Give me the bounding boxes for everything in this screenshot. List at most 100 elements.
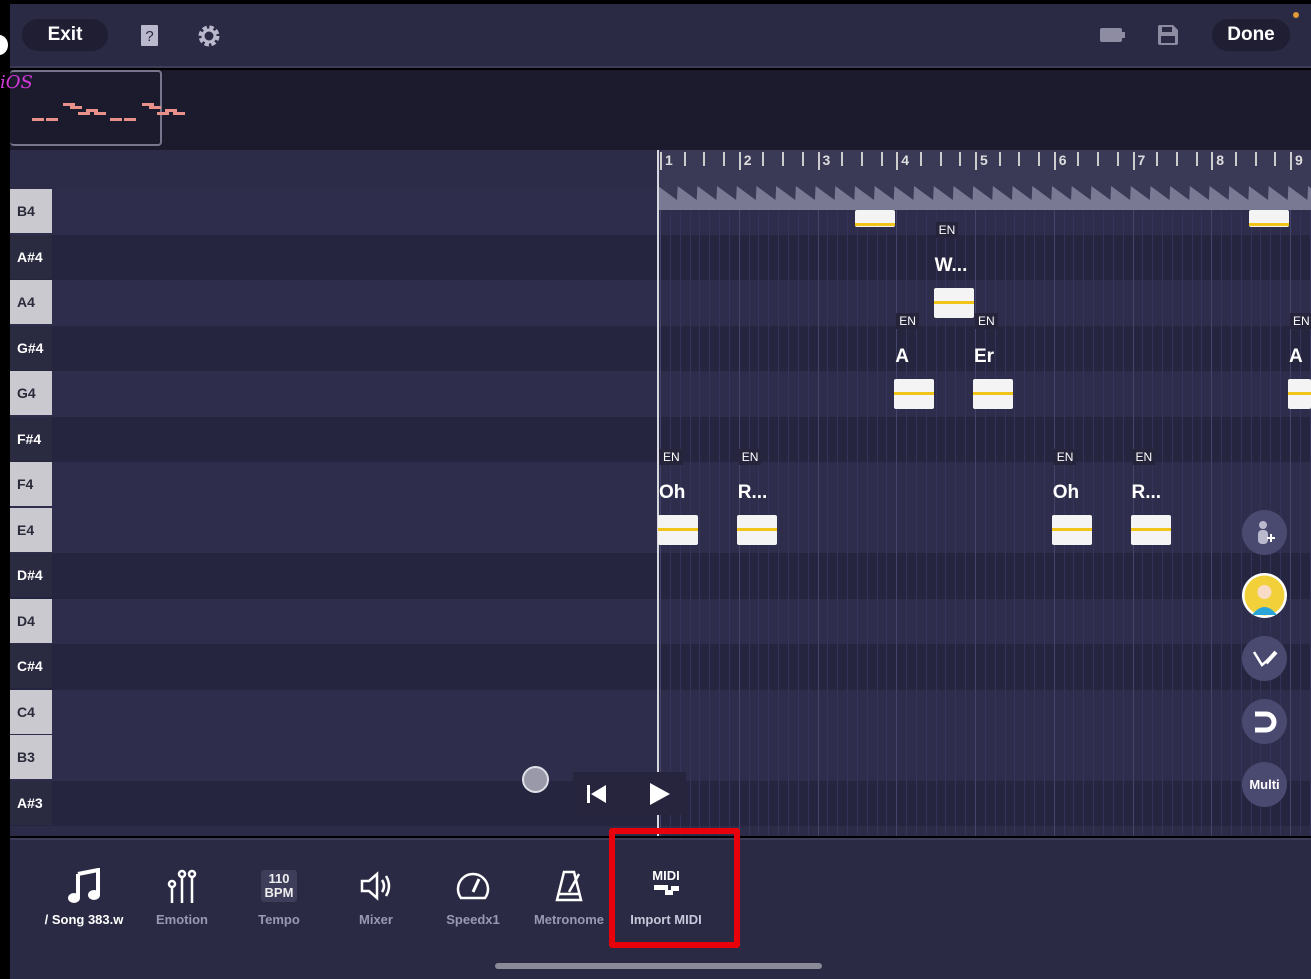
grid-line	[1043, 210, 1045, 836]
piano-key[interactable]: A#4	[10, 234, 52, 279]
help-book-icon[interactable]: ?	[140, 24, 160, 48]
lyric-label[interactable]: R...	[1132, 482, 1162, 504]
snap-button[interactable]	[1242, 699, 1287, 744]
piano-key[interactable]: D4	[10, 598, 52, 643]
metronome-label: Metronome	[533, 912, 605, 927]
watermark: iOS	[0, 72, 33, 93]
beat-tick	[1018, 152, 1021, 166]
sliders-icon	[134, 866, 230, 906]
edge-dot	[0, 35, 8, 55]
beat-tick	[1097, 152, 1100, 166]
multi-select-button[interactable]: Multi	[1242, 762, 1287, 807]
note[interactable]	[736, 515, 777, 546]
gear-icon[interactable]	[197, 24, 221, 48]
language-tag[interactable]: EN	[738, 449, 762, 466]
mixer-button[interactable]: Mixer	[328, 866, 424, 927]
note[interactable]	[894, 378, 935, 409]
beat-tick	[998, 152, 1001, 166]
grid-line	[856, 210, 858, 836]
language-tag[interactable]: EN	[975, 312, 998, 329]
piano-key[interactable]: G4	[10, 371, 52, 415]
beat-tick	[782, 152, 785, 166]
magnet-icon	[1254, 711, 1276, 732]
language-tag[interactable]: EN	[1053, 449, 1077, 466]
lyric-label[interactable]: R...	[738, 482, 768, 504]
piano-key[interactable]: D#4	[10, 553, 52, 597]
timeline-ruler[interactable]: 1 2 3 4 5 6 7 8 9	[658, 150, 1311, 210]
bar-number: 9	[1295, 152, 1303, 168]
note[interactable]	[933, 287, 974, 318]
language-tag[interactable]: EN	[1290, 312, 1311, 329]
piano-key[interactable]: A4	[10, 280, 52, 324]
grid-line	[1004, 210, 1006, 836]
singer-avatar[interactable]	[1242, 573, 1287, 618]
record-button[interactable]	[522, 766, 549, 793]
beat-tick	[1274, 152, 1277, 166]
bar-number: 7	[1137, 152, 1146, 168]
overview-note	[157, 112, 169, 115]
piano-key[interactable]: B4	[10, 189, 52, 233]
language-tag[interactable]: EN	[660, 449, 683, 466]
done-button[interactable]: Done	[1212, 19, 1290, 51]
beat-tick	[1038, 152, 1041, 166]
lyric-label[interactable]: A	[1289, 346, 1303, 368]
note[interactable]	[1248, 210, 1289, 227]
piano-key[interactable]: B3	[10, 735, 52, 779]
bar-tick	[1132, 152, 1135, 170]
piano-key[interactable]: C#4	[10, 644, 52, 688]
language-tag[interactable]: EN	[935, 221, 959, 238]
note[interactable]	[854, 210, 895, 227]
language-tag[interactable]: EN	[1132, 449, 1156, 466]
grid-line	[1221, 210, 1223, 836]
lyric-label[interactable]: Oh	[659, 482, 685, 504]
add-singer-button[interactable]	[1242, 510, 1287, 555]
beat-tick	[1254, 152, 1257, 166]
metronome-button[interactable]: Metronome	[521, 866, 617, 927]
grid-line	[1171, 210, 1173, 836]
piano-key[interactable]: G#4	[10, 325, 52, 370]
grid-line	[1230, 210, 1232, 836]
piano-key[interactable]: F#4	[10, 416, 52, 461]
exit-label: Exit	[47, 24, 83, 45]
piano-key[interactable]: F4	[10, 462, 52, 506]
note[interactable]	[658, 515, 698, 546]
piano-key[interactable]: C4	[10, 689, 52, 734]
lyric-label[interactable]: A	[895, 346, 909, 368]
note[interactable]	[1288, 378, 1311, 409]
piano-key[interactable]: E4	[10, 507, 52, 552]
emotion-button[interactable]: Emotion	[134, 866, 230, 927]
grid-line	[728, 210, 730, 836]
note[interactable]	[973, 378, 1013, 409]
mixer-label: Mixer	[359, 912, 393, 927]
save-icon[interactable]	[1158, 25, 1178, 45]
tempo-button[interactable]: 110 BPM Tempo	[231, 866, 327, 927]
battery-icon[interactable]	[1100, 28, 1126, 42]
exit-button[interactable]: Exit	[22, 19, 108, 51]
grid-line	[1240, 210, 1242, 836]
svg-text:?: ?	[145, 28, 153, 45]
grid-line	[1093, 210, 1095, 836]
skip-back-icon[interactable]	[587, 785, 607, 803]
lyric-label[interactable]: Er	[974, 346, 994, 368]
tempo-value: 110	[268, 871, 290, 886]
speed-button[interactable]: Speedx1	[425, 866, 521, 927]
grid-line	[807, 210, 809, 836]
lyric-label[interactable]: W...	[935, 255, 968, 277]
beat-tick	[1195, 152, 1198, 166]
note[interactable]	[1130, 515, 1171, 546]
language-tag[interactable]: EN	[896, 312, 919, 329]
beat-tick	[919, 152, 922, 166]
grid-line	[1122, 210, 1124, 836]
pitch-curve-button[interactable]	[1242, 636, 1287, 681]
home-indicator[interactable]	[495, 963, 822, 969]
curve-pencil-icon	[1252, 650, 1277, 667]
overview-strip[interactable]	[10, 70, 1311, 150]
piano-key[interactable]: A#3	[10, 780, 52, 825]
song-button[interactable]: / Song 383.w	[36, 866, 132, 927]
play-icon[interactable]	[650, 783, 670, 805]
note[interactable]	[1051, 515, 1092, 546]
grid-line	[994, 210, 996, 836]
grid-line	[1112, 210, 1114, 836]
grid-line	[1181, 210, 1183, 836]
lyric-label[interactable]: Oh	[1053, 482, 1079, 504]
